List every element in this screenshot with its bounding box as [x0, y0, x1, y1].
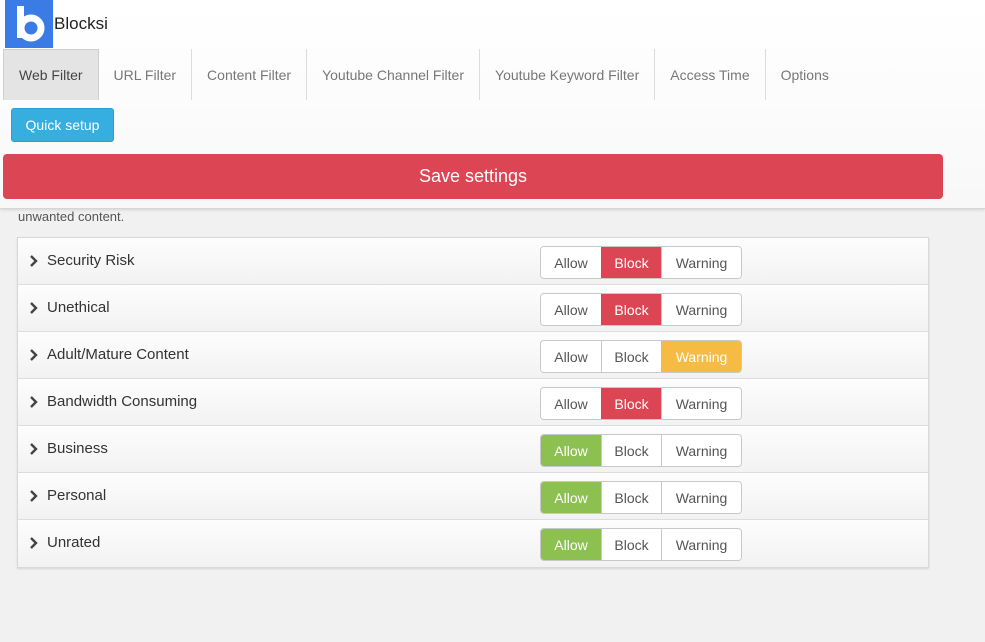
category-list: Security Risk Allow Block Warning Unethi…	[17, 237, 929, 568]
warning-button[interactable]: Warning	[661, 294, 741, 325]
action-toggle-group: Allow Block Warning	[540, 434, 742, 467]
tab-youtube-keyword-filter[interactable]: Youtube Keyword Filter	[480, 49, 656, 100]
category-row: Bandwidth Consuming Allow Block Warning	[18, 379, 928, 426]
category-row: Business Allow Block Warning	[18, 426, 928, 473]
warning-button[interactable]: Warning	[661, 388, 741, 419]
warning-button[interactable]: Warning	[661, 247, 741, 278]
save-settings-button[interactable]: Save settings	[3, 154, 943, 199]
allow-button[interactable]: Allow	[541, 294, 601, 325]
block-button[interactable]: Block	[601, 388, 661, 419]
allow-button[interactable]: Allow	[541, 341, 601, 372]
block-button[interactable]: Block	[601, 482, 661, 513]
allow-button[interactable]: Allow	[541, 247, 601, 278]
nav-tabs: Web Filter URL Filter Content Filter You…	[3, 49, 844, 100]
action-toggle-group: Allow Block Warning	[540, 340, 742, 373]
category-label[interactable]: Unrated	[47, 534, 100, 551]
category-row: Unethical Allow Block Warning	[18, 285, 928, 332]
category-row: Unrated Allow Block Warning	[18, 520, 928, 567]
app-name: Blocksi	[54, 14, 108, 33]
chevron-right-icon[interactable]	[29, 489, 39, 503]
chevron-right-icon[interactable]	[29, 301, 39, 315]
chevron-right-icon[interactable]	[29, 395, 39, 409]
category-row: Adult/Mature Content Allow Block Warning	[18, 332, 928, 379]
chevron-right-icon[interactable]	[29, 536, 39, 550]
allow-button[interactable]: Allow	[541, 388, 601, 419]
chevron-right-icon[interactable]	[29, 348, 39, 362]
category-row: Personal Allow Block Warning	[18, 473, 928, 520]
warning-button[interactable]: Warning	[661, 482, 741, 513]
warning-button[interactable]: Warning	[661, 529, 741, 560]
category-label[interactable]: Personal	[47, 487, 106, 504]
block-button[interactable]: Block	[601, 341, 661, 372]
allow-button[interactable]: Allow	[541, 435, 601, 466]
tab-url-filter[interactable]: URL Filter	[99, 49, 193, 100]
category-label[interactable]: Unethical	[47, 299, 110, 316]
description-text: unwanted content.	[18, 209, 125, 224]
tab-web-filter[interactable]: Web Filter	[3, 49, 99, 100]
block-button[interactable]: Block	[601, 294, 661, 325]
blocksi-logo	[5, 0, 53, 48]
category-row: Security Risk Allow Block Warning	[18, 238, 928, 285]
warning-button[interactable]: Warning	[661, 435, 741, 466]
tab-access-time[interactable]: Access Time	[655, 49, 766, 100]
action-toggle-group: Allow Block Warning	[540, 528, 742, 561]
allow-button[interactable]: Allow	[541, 482, 601, 513]
action-toggle-group: Allow Block Warning	[540, 293, 742, 326]
block-button[interactable]: Block	[601, 435, 661, 466]
tab-youtube-channel-filter[interactable]: Youtube Channel Filter	[307, 49, 481, 100]
category-label[interactable]: Security Risk	[47, 252, 135, 269]
warning-button[interactable]: Warning	[661, 341, 741, 372]
category-label[interactable]: Bandwidth Consuming	[47, 393, 197, 410]
tab-options[interactable]: Options	[766, 49, 844, 100]
block-button[interactable]: Block	[601, 247, 661, 278]
chevron-right-icon[interactable]	[29, 442, 39, 456]
action-toggle-group: Allow Block Warning	[540, 481, 742, 514]
category-label[interactable]: Business	[47, 440, 108, 457]
action-toggle-group: Allow Block Warning	[540, 246, 742, 279]
block-button[interactable]: Block	[601, 529, 661, 560]
logo-b-icon	[17, 6, 45, 42]
quick-setup-button[interactable]: Quick setup	[11, 108, 114, 142]
chevron-right-icon[interactable]	[29, 254, 39, 268]
top-header: Blocksi Web Filter URL Filter Content Fi…	[0, 0, 985, 209]
tab-content-filter[interactable]: Content Filter	[192, 49, 308, 100]
allow-button[interactable]: Allow	[541, 529, 601, 560]
category-label[interactable]: Adult/Mature Content	[47, 346, 189, 363]
action-toggle-group: Allow Block Warning	[540, 387, 742, 420]
